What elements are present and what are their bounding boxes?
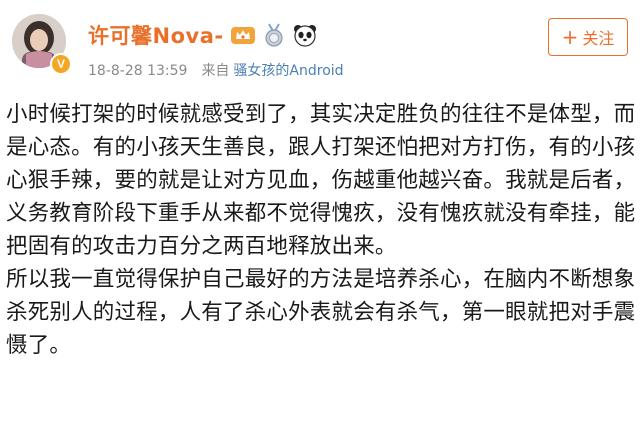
author-row: 许可馨Nova-	[88, 20, 318, 50]
plus-icon: +	[561, 25, 579, 49]
client-link[interactable]: 骚女孩的Android	[233, 63, 343, 79]
follow-button[interactable]: + 关注	[548, 18, 628, 56]
post-header: V 许可馨Nova- 18-8-28 13:59 来自 骚女孩的Android …	[0, 0, 640, 94]
weibo-post-card: V 许可馨Nova- 18-8-28 13:59 来自 骚女孩的Android …	[0, 0, 640, 429]
post-body-text: 小时候打架的时候就感受到了，其实决定胜负的往往不是体型，而是心态。有的小孩天生善…	[6, 102, 636, 358]
medal-badge-icon[interactable]	[262, 23, 286, 47]
post-timestamp: 18-8-28 13:59	[88, 63, 188, 79]
post-meta: 18-8-28 13:59 来自 骚女孩的Android	[88, 60, 344, 80]
author-name[interactable]: 许可馨Nova-	[88, 20, 224, 50]
crown-badge-icon[interactable]	[230, 24, 256, 46]
follow-label: 关注	[582, 29, 615, 48]
verified-badge-icon: V	[50, 53, 72, 75]
via-label: 来自	[201, 63, 230, 79]
panda-icon[interactable]	[292, 23, 318, 47]
